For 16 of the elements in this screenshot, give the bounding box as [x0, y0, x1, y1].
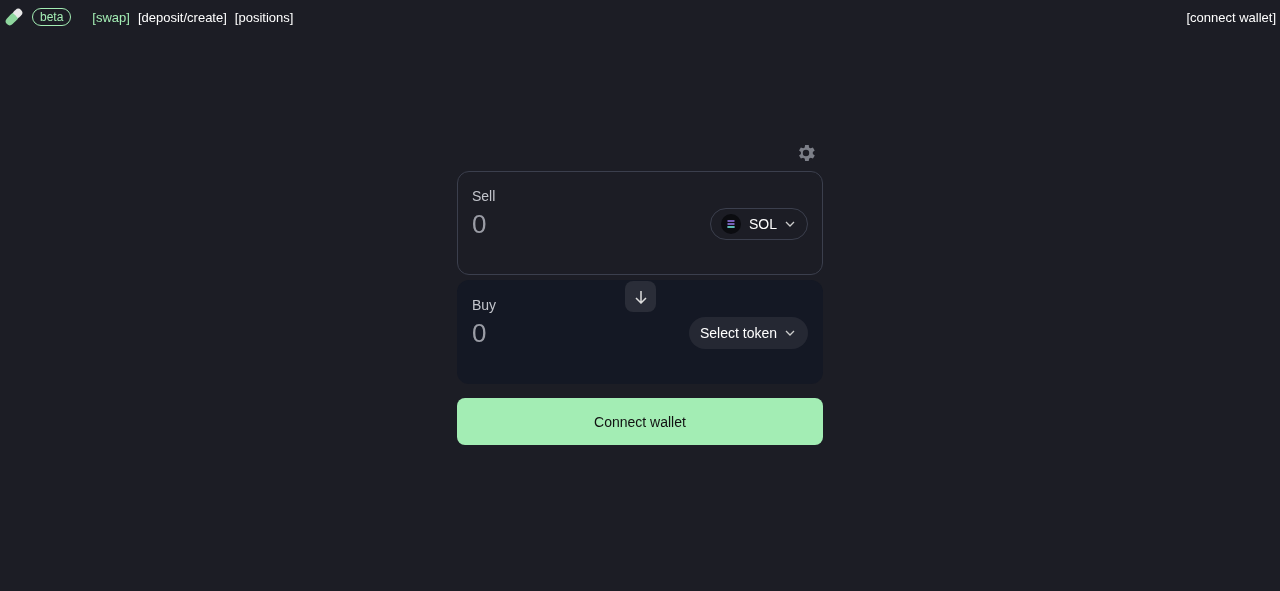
connect-wallet-button[interactable]: Connect wallet — [457, 398, 823, 445]
arrow-down-icon — [633, 289, 648, 304]
nav-link[interactable]: [deposit/create] — [137, 9, 227, 25]
panel-label: Sell — [472, 188, 497, 204]
panel-label: Buy — [472, 297, 498, 313]
nav-link[interactable]: [swap] — [92, 9, 130, 25]
token-selector[interactable]: Select token — [688, 317, 808, 349]
amount-field[interactable]: 0 — [472, 208, 622, 240]
swap-direction-button[interactable] — [625, 281, 656, 312]
token-icon — [721, 214, 741, 234]
nav-link[interactable]: [positions] — [234, 9, 294, 25]
pill-icon — [4, 7, 24, 27]
chevron-down-icon — [785, 221, 795, 227]
connect-wallet-link[interactable]: [connect wallet] — [1186, 9, 1276, 25]
amount-field[interactable]: 0 — [472, 317, 622, 349]
chevron-down-icon — [785, 330, 795, 336]
